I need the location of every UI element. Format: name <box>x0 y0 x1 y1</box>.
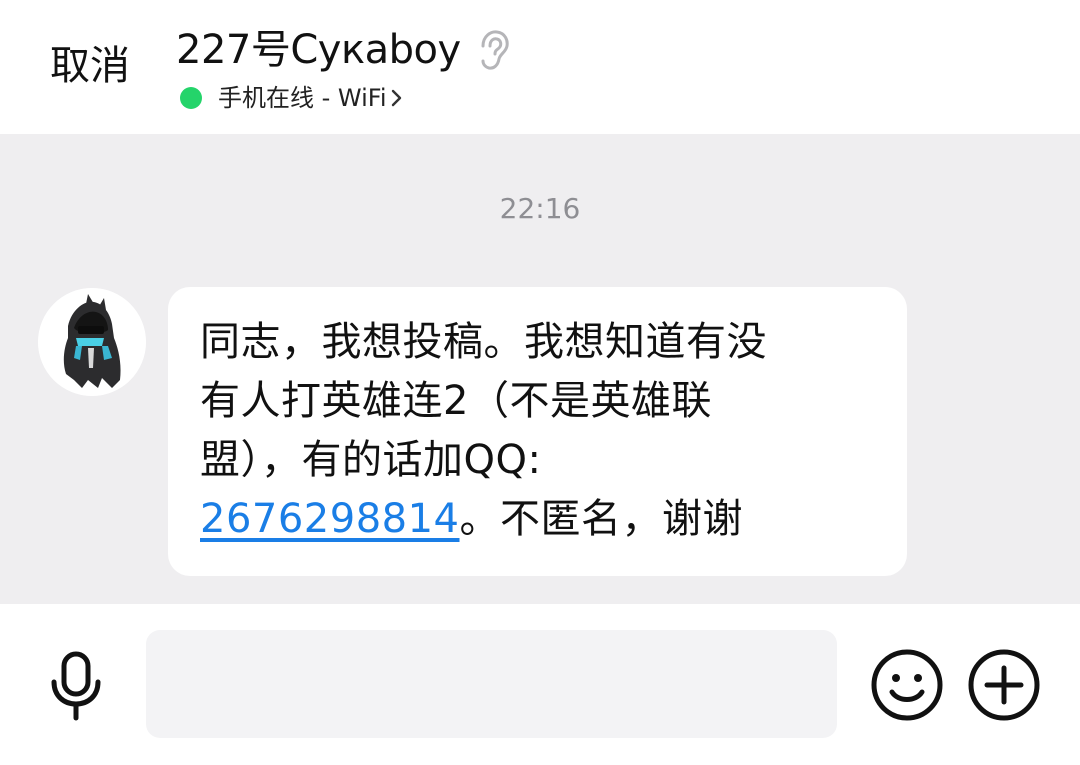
message-text: 同志，我想投稿。我想知道有没 有人打英雄连2（不是英雄联 盟），有的话加QQ: … <box>200 313 877 549</box>
cancel-button[interactable]: 取消 <box>50 38 130 94</box>
microphone-icon[interactable] <box>42 648 110 724</box>
chat-header: 取消 227号Cyкaboy 手机在线 - WiFi <box>0 0 1080 134</box>
contact-name[interactable]: 227号Cyкaboy <box>176 22 461 78</box>
online-dot-icon <box>180 87 202 109</box>
status-text: 手机在线 - WiFi <box>218 84 387 112</box>
message-input[interactable] <box>146 630 837 738</box>
plus-icon[interactable] <box>967 648 1041 722</box>
message-line: 同志，我想投稿。我想知道有没 <box>200 319 767 365</box>
message-bubble[interactable]: 同志，我想投稿。我想知道有没 有人打英雄连2（不是英雄联 盟），有的话加QQ: … <box>168 287 907 576</box>
message-line: 盟），有的话加QQ: <box>200 437 542 483</box>
message-tail: 。不匿名，谢谢 <box>459 496 743 542</box>
qq-number-link[interactable]: 2676298814 <box>200 496 460 542</box>
chevron-right-icon <box>391 87 405 109</box>
chat-area[interactable]: 22:16 同志，我想投稿。我想知道有没 有人打英雄连2（不是英雄联 盟），有的… <box>0 134 1080 604</box>
ear-icon[interactable] <box>475 26 515 74</box>
input-bar <box>0 604 1080 765</box>
sender-avatar[interactable] <box>38 288 146 396</box>
message-timestamp: 22:16 <box>499 192 581 225</box>
message-line: 2676298814。不匿名，谢谢 <box>200 490 877 549</box>
contact-title-row[interactable]: 227号Cyкaboy <box>176 22 515 78</box>
emoji-icon[interactable] <box>870 648 944 722</box>
message-line: 有人打英雄连2（不是英雄联 <box>200 378 712 424</box>
online-status[interactable]: 手机在线 - WiFi <box>180 80 405 116</box>
